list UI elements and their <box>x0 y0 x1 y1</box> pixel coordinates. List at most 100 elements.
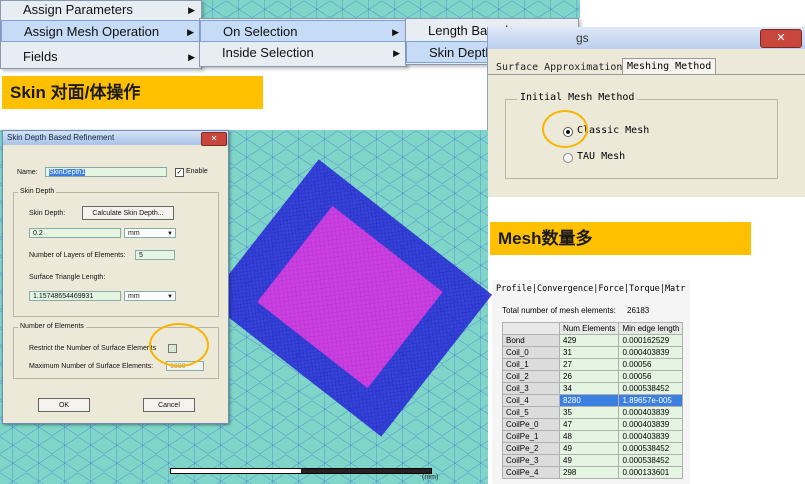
row-header: CoilPe_0 <box>502 418 560 431</box>
group-label: Number of Elements <box>18 323 86 330</box>
table-cell: 34 <box>558 382 620 395</box>
tab-force[interactable]: Force <box>598 284 624 294</box>
banner-skin-operation: Skin 对面/体操作 <box>2 76 263 109</box>
tab-convergence[interactable]: Convergence <box>537 284 593 294</box>
name-label: Name: <box>17 169 38 176</box>
stats-tabs: Profile|Convergence|Force|Torque|Matr <box>496 284 686 294</box>
tab-matrix[interactable]: Matr <box>665 284 685 294</box>
total-elements-label: Total number of mesh elements: <box>502 306 616 315</box>
enable-label: Enable <box>186 168 208 175</box>
enable-checkbox[interactable]: ✓ Enable <box>175 168 215 178</box>
table-row[interactable]: CoilPe_0 47 0.000403839 <box>502 418 684 431</box>
restrict-label: Restrict the Number of Surface Elements <box>29 345 157 352</box>
submenu-arrow-icon: ▶ <box>188 5 195 15</box>
submenu-selection: On Selection ▶ Inside Selection ▶ <box>199 18 407 67</box>
skin-depth-field[interactable]: 0.2 <box>29 228 121 238</box>
layers-field[interactable]: 5 <box>135 250 175 260</box>
table-row[interactable]: CoilPe_4 298 0.000133601 <box>502 466 684 479</box>
column-header: Min edge length <box>618 322 684 335</box>
table-cell: 8280 <box>558 394 620 407</box>
mesh-settings-window: gs ✕ Surface Approximation Meshing Metho… <box>487 27 805 197</box>
row-header: Bond <box>502 334 560 347</box>
skin-depth-label: Skin Depth: <box>29 210 66 217</box>
skin-depth-unit-select[interactable]: mm ▼ <box>124 228 176 238</box>
group-label: Skin Depth <box>18 188 57 195</box>
tri-length-label: Surface Triangle Length: <box>29 274 106 281</box>
mesh-viewport-top <box>200 0 580 18</box>
table-row[interactable]: Coil_0 31 0.000403839 <box>502 346 684 359</box>
menu-item-assign-parameters[interactable]: Assign Parameters ▶ <box>1 0 201 21</box>
menu-item-label: On Selection <box>223 24 298 39</box>
table-cell: 298 <box>558 466 620 479</box>
table-cell: 0.000538452 <box>618 382 684 395</box>
highlight-circle-restrict <box>149 323 209 367</box>
close-button[interactable]: ✕ <box>760 29 802 48</box>
tri-length-unit-select[interactable]: mm ▼ <box>124 291 176 301</box>
table-cell: 0.000162529 <box>618 334 684 347</box>
table-row[interactable]: Coil_2 26 0.00056 <box>502 370 684 383</box>
row-header: Coil_1 <box>502 358 560 371</box>
table-row[interactable]: CoilPe_3 49 0.000538452 <box>502 454 684 467</box>
menu-item-label: Assign Mesh Operation <box>24 24 160 39</box>
check-icon: ✓ <box>175 168 184 177</box>
dialog-titlebar: Skin Depth Based Refinement <box>3 131 228 145</box>
table-cell: 0.00056 <box>618 370 684 383</box>
radio-tau-mesh[interactable]: TAU Mesh <box>563 151 683 165</box>
cancel-button[interactable]: Cancel <box>143 398 195 412</box>
name-field[interactable]: SkinDepth1 <box>45 167 167 177</box>
table-row[interactable]: Coil_4 8280 1.89657e-005 <box>502 394 684 407</box>
table-cell: 0.000403839 <box>618 430 684 443</box>
context-menu: Assign Parameters ▶ Assign Mesh Operatio… <box>0 0 202 69</box>
dialog-title: Skin Depth Based Refinement <box>7 133 115 142</box>
tri-length-field[interactable]: 1.15748654469931 <box>29 291 121 301</box>
banner-text: Skin 对面/体操作 <box>10 83 141 102</box>
table-cell: 31 <box>558 346 620 359</box>
menu-item-label: Assign Parameters <box>23 2 133 17</box>
table-cell: 26 <box>558 370 620 383</box>
calculate-skin-depth-button[interactable]: Calculate Skin Depth... <box>82 206 174 220</box>
table-row[interactable]: CoilPe_2 49 0.000538452 <box>502 442 684 455</box>
row-header: CoilPe_3 <box>502 454 560 467</box>
tab-meshing-method[interactable]: Meshing Method <box>622 58 717 75</box>
max-elements-label: Maximum Number of Surface Elements: <box>29 363 154 370</box>
mesh-stats-table: Num Elements Min edge length Bond 429 0.00… <box>502 322 684 479</box>
tab-surface-approximation[interactable]: Surface Approximation <box>496 62 622 73</box>
scale-bar-unit: (mm) <box>422 474 439 481</box>
ok-button[interactable]: OK <box>38 398 90 412</box>
scale-bar <box>170 468 432 474</box>
window-title-fragment: gs <box>576 31 589 45</box>
skin-depth-dialog: Skin Depth Based Refinement ✕ Name: Skin… <box>2 130 229 424</box>
menu-item-assign-mesh-operation[interactable]: Assign Mesh Operation ▶ <box>1 20 201 42</box>
menu-item-inside-selection[interactable]: Inside Selection ▶ <box>200 42 406 64</box>
table-row[interactable]: Bond 429 0.000162529 <box>502 334 684 347</box>
table-row[interactable]: Coil_5 35 0.000403839 <box>502 406 684 419</box>
menu-item-fields[interactable]: Fields ▶ <box>1 46 201 68</box>
table-cell: 0.000403839 <box>618 346 684 359</box>
row-header: Coil_3 <box>502 382 560 395</box>
banner-mesh-count: Mesh数量多 <box>490 222 751 255</box>
table-cell: 47 <box>558 418 620 431</box>
group-label: Initial Mesh Method <box>517 92 638 103</box>
row-header: CoilPe_2 <box>502 442 560 455</box>
mesh-statistics-panel: Profile|Convergence|Force|Torque|Matr To… <box>492 280 690 484</box>
table-row[interactable]: CoilPe_1 48 0.000403839 <box>502 430 684 443</box>
dropdown-arrow-icon: ▼ <box>167 294 173 300</box>
close-button[interactable]: ✕ <box>201 132 227 146</box>
close-icon: ✕ <box>210 134 218 143</box>
table-cell: 27 <box>558 358 620 371</box>
row-header: Coil_2 <box>502 370 560 383</box>
highlight-circle-classic <box>542 110 588 148</box>
row-header: CoilPe_4 <box>502 466 560 479</box>
row-header: CoilPe_1 <box>502 430 560 443</box>
table-row[interactable]: Coil_1 27 0.00056 <box>502 358 684 371</box>
tab-profile[interactable]: Profile <box>496 284 532 294</box>
row-header: Coil_5 <box>502 406 560 419</box>
table-row[interactable]: Coil_3 34 0.000538452 <box>502 382 684 395</box>
dropdown-arrow-icon: ▼ <box>167 231 173 237</box>
menu-item-on-selection[interactable]: On Selection ▶ <box>200 20 406 42</box>
table-cell: 0.000538452 <box>618 442 684 455</box>
tab-torque[interactable]: Torque <box>629 284 660 294</box>
column-header: Num Elements <box>558 322 620 335</box>
table-cell: 48 <box>558 430 620 443</box>
layers-label: Number of Layers of Elements: <box>29 252 126 259</box>
